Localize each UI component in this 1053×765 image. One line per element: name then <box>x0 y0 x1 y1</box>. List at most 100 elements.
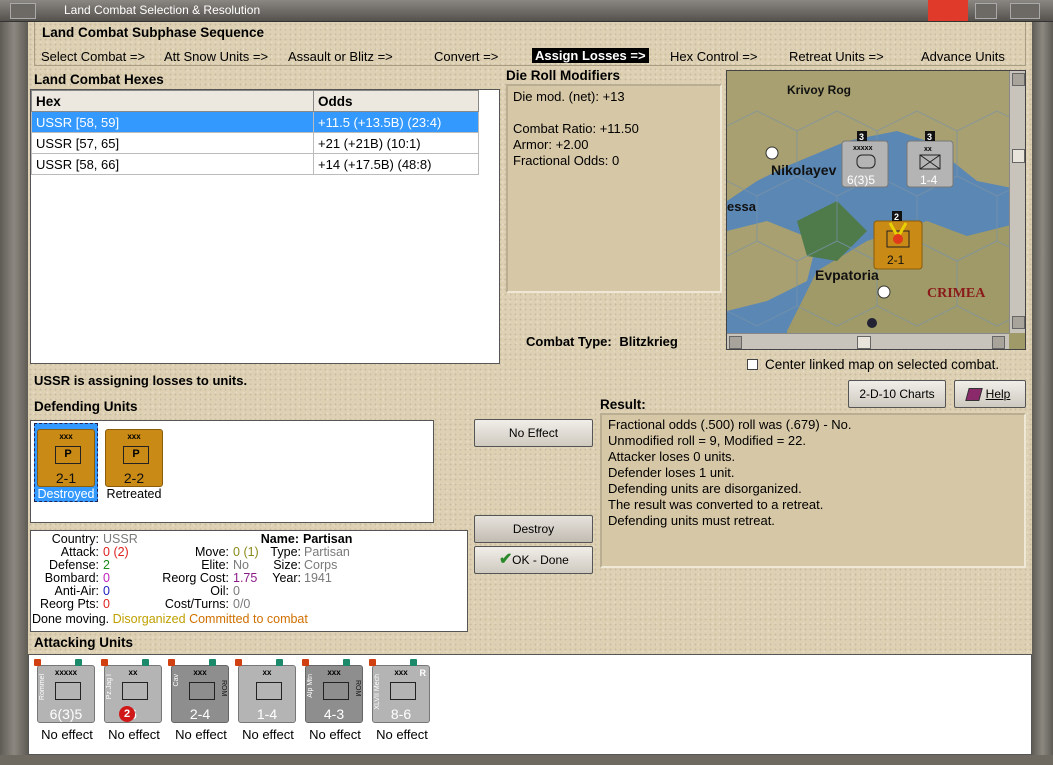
bombard-value: 0 <box>103 571 110 585</box>
unit-value: 2-4 <box>189 706 211 722</box>
year-key: Year: <box>272 571 301 585</box>
bottom-frame <box>0 755 1053 765</box>
scroll-up-icon[interactable] <box>1012 73 1025 86</box>
map-label-nikolayev: Nikolayev <box>771 162 837 178</box>
unit-class: xxx <box>59 432 73 441</box>
unit-status-dot <box>410 659 417 666</box>
explosion-icon <box>893 234 903 244</box>
combat-type-value: Blitzkrieg <box>619 334 678 349</box>
modifiers-panel: Die mod. (net): +13 Combat Ratio: +11.50… <box>506 84 722 293</box>
year-value: 1941 <box>304 571 332 585</box>
map-unit-value: 1-4 <box>920 173 938 187</box>
unit-side-label: Alp Mtn <box>307 674 314 698</box>
destroy-button[interactable]: Destroy <box>474 515 593 543</box>
unit-value: 4-3 <box>323 706 345 722</box>
unit-side-label: Pz.Jag I <box>106 674 113 700</box>
hex-cell[interactable]: USSR [58, 59] <box>31 111 314 133</box>
map-unit-class: xxxxx <box>853 145 873 152</box>
defense-key: Defense: <box>48 558 99 572</box>
vertical-scroll-thumb[interactable] <box>1012 149 1025 163</box>
attacking-unit-caption: No effect <box>376 727 428 742</box>
defending-unit[interactable]: xxx P 2-1 <box>37 429 95 487</box>
odds-cell[interactable]: +14 (+17.5B) (48:8) <box>313 153 479 175</box>
odds-cell[interactable]: +21 (+21B) (10:1) <box>313 132 479 154</box>
unit-symbol-icon <box>256 682 282 700</box>
partisan-icon: P <box>55 446 81 464</box>
attacking-unit[interactable]: xxxxx Rommel 6(3)5 <box>37 665 95 723</box>
defending-unit-caption: Destroyed <box>37 487 95 501</box>
unit-status-dot <box>235 659 242 666</box>
close-button[interactable] <box>928 0 968 21</box>
map-vertical-scrollbar[interactable] <box>1009 71 1025 333</box>
unit-value: 6(3)5 <box>49 706 83 722</box>
scroll-left-icon[interactable] <box>729 336 742 349</box>
attacking-unit[interactable]: xxPz.Jag I62 <box>104 665 162 723</box>
unit-symbol-icon <box>122 682 148 700</box>
column-header-odds[interactable]: Odds <box>313 90 479 112</box>
ok-done-button[interactable]: ✔ OK - Done <box>474 546 593 574</box>
oil-key: Oil: <box>210 584 229 598</box>
system-menu-button[interactable] <box>10 3 36 19</box>
unit-value: 1-4 <box>256 706 278 722</box>
defending-unit[interactable]: xxx P 2-2 <box>105 429 163 487</box>
charts-button[interactable]: 2-D-10 Charts <box>848 380 946 408</box>
subphase-title: Land Combat Subphase Sequence <box>42 25 265 40</box>
attacking-panel: xxxxxRommel6(3)5 No effect xxPz.Jag I62 No … <box>28 654 1032 755</box>
combat-type: Combat Type: Blitzkrieg <box>526 334 678 349</box>
done-moving: Done moving. <box>32 612 110 626</box>
map-horizontal-scrollbar[interactable] <box>727 333 1009 349</box>
type-value: Partisan <box>304 545 350 559</box>
help-button[interactable]: Help <box>954 380 1026 408</box>
anchor-icon <box>867 318 877 328</box>
table-row[interactable]: USSR [58, 66] +14 (+17.5B) (48:8) <box>31 153 479 175</box>
elite-value: No <box>233 558 249 572</box>
table-row[interactable]: USSR [58, 59] +11.5 (+13.5B) (23:4) <box>31 111 479 133</box>
attacking-unit[interactable]: xxx Cav 2-4 ROM <box>171 665 229 723</box>
hex-cell[interactable]: USSR [58, 66] <box>31 153 314 175</box>
step-advance-units: Advance Units <box>921 49 1005 64</box>
maximize-button[interactable] <box>1010 3 1040 19</box>
unit-status-line: Done moving. Disorganized Committed to c… <box>32 612 308 626</box>
minimize-button[interactable] <box>975 3 997 19</box>
unit-status-dot <box>302 659 309 666</box>
unit-corner-label: R <box>419 668 427 678</box>
map-city-marker <box>765 146 779 160</box>
unit-status-dot <box>168 659 175 666</box>
horizontal-scroll-thumb[interactable] <box>857 336 871 349</box>
attacking-unit-caption: No effect <box>175 727 227 742</box>
map-unit-class: xx <box>924 146 932 153</box>
column-header-hex[interactable]: Hex <box>31 90 314 112</box>
unit-status-dot <box>369 659 376 666</box>
left-frame <box>0 22 28 765</box>
table-row[interactable]: USSR [57, 65] +21 (+21B) (10:1) <box>31 132 479 154</box>
unit-class: xx <box>262 668 272 677</box>
center-linked-checkbox[interactable] <box>747 359 758 370</box>
no-effect-button[interactable]: No Effect <box>474 419 593 447</box>
result-line: The result was converted to a retreat. <box>608 497 824 512</box>
reorgpts-key: Reorg Pts: <box>39 597 99 611</box>
attacking-unit[interactable]: xxx Alp Mtn 4-3 ROM <box>305 665 363 723</box>
step-convert: Convert => <box>434 49 499 64</box>
odds-cell[interactable]: +11.5 (+13.5B) (23:4) <box>313 111 479 133</box>
step-select-combat: Select Combat => <box>41 49 146 64</box>
result-line: Defending units must retreat. <box>608 513 775 528</box>
cost-turns-key: Cost/Turns: <box>164 597 229 611</box>
step-assign-losses: Assign Losses => <box>532 48 649 63</box>
mini-map[interactable]: Krivoy Rog Nikolayev essa Evpatoria CRIM… <box>726 70 1026 350</box>
ok-done-label: OK - Done <box>512 553 569 567</box>
scroll-down-icon[interactable] <box>1012 316 1025 329</box>
unit-nation-label: ROM <box>354 680 361 697</box>
attacking-unit[interactable]: xx 1-4 <box>238 665 296 723</box>
attack-key: Attack: <box>60 545 99 559</box>
hex-cell[interactable]: USSR [57, 65] <box>31 132 314 154</box>
result-line: Defending units are disorganized. <box>608 481 802 496</box>
scroll-right-icon[interactable] <box>992 336 1005 349</box>
size-key: Size: <box>273 558 301 572</box>
committed-status: Committed to combat <box>189 612 308 626</box>
attack-value: 0 (2) <box>103 545 129 559</box>
unit-value: 2-1 <box>55 470 77 486</box>
attacking-unit-caption: No effect <box>309 727 361 742</box>
unit-status-dot <box>276 659 283 666</box>
stack-count: 2 <box>894 212 899 222</box>
attacking-unit[interactable]: xxx XLVII Mech 8-6 R <box>372 665 430 723</box>
